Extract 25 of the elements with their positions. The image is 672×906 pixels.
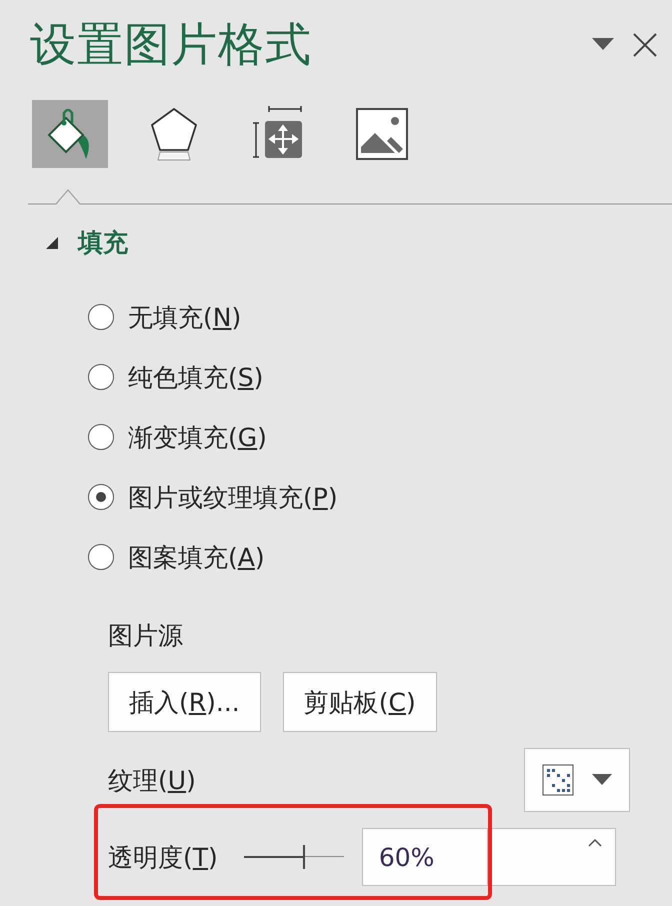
chevron-up-icon [588,839,602,847]
transparency-label: 透明度(T) [108,842,218,874]
image-icon [355,107,409,161]
format-tab[interactable] [32,100,108,168]
radio-label: 纯色填充(S) [128,362,264,394]
radio-button[interactable] [88,484,114,510]
pane-title: 设置图片格式 [30,16,313,73]
radio-label: 图片或纹理填充(P) [128,482,338,514]
texture-dropdown[interactable] [524,748,630,812]
texture-swatch-icon [542,764,574,796]
source-button[interactable]: 剪贴板(C) [282,672,437,732]
section-header[interactable]: 填充 [44,226,128,259]
radio-label: 图案填充(A) [128,542,265,574]
radio-button[interactable] [88,424,114,450]
transparency-field[interactable]: 60% [362,828,616,886]
texture-label: 纹理(U) [108,764,196,796]
radio-label: 无填充(N) [128,302,242,334]
radio-button[interactable] [88,364,114,390]
radio-button[interactable] [88,544,114,570]
source-button[interactable]: 插入(R)... [108,672,261,732]
radio-button[interactable] [88,304,114,330]
radio-label: 渐变填充(G) [128,422,267,454]
picture-source-label: 图片源 [108,621,183,650]
pentagon-icon [149,106,199,162]
caret-icon [592,774,612,786]
